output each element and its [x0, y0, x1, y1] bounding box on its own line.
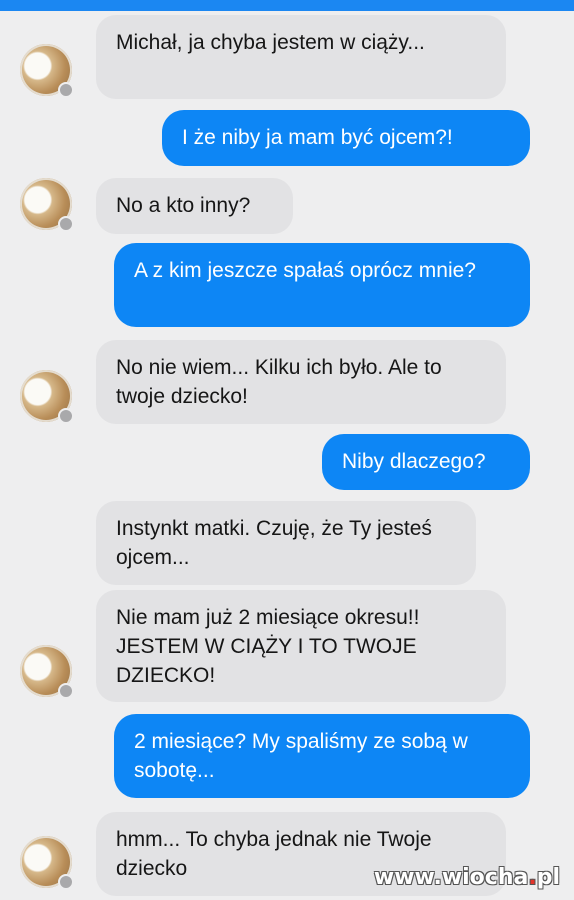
watermark-dot: . — [528, 865, 537, 890]
contact-avatar[interactable] — [20, 836, 74, 890]
message-incoming[interactable]: No a kto inny? — [96, 178, 293, 234]
message-text: No a kto inny? — [116, 194, 251, 217]
watermark-main: www.wiocha — [373, 865, 529, 890]
message-text: I że niby ja mam być ojcem?! — [182, 126, 453, 149]
messenger-badge-icon — [58, 408, 74, 424]
message-text: Instynkt matki. Czuję, że Ty jesteś ojce… — [116, 517, 432, 569]
watermark-tld: pl — [536, 865, 560, 890]
contact-avatar[interactable] — [20, 645, 74, 699]
top-accent-bar — [0, 0, 574, 11]
message-outgoing[interactable]: Niby dlaczego? — [322, 434, 530, 490]
messenger-badge-icon — [58, 216, 74, 232]
messenger-badge-icon — [58, 874, 74, 890]
message-incoming[interactable]: No nie wiem... Kilku ich było. Ale to tw… — [96, 340, 506, 424]
site-watermark: www.wiocha.pl — [374, 865, 560, 890]
message-outgoing[interactable]: I że niby ja mam być ojcem?! — [162, 110, 530, 166]
message-outgoing[interactable]: A z kim jeszcze spałaś oprócz mnie? — [114, 243, 530, 327]
message-text: 2 miesiące? My spaliśmy ze sobą w sobotę… — [134, 730, 468, 782]
messenger-badge-icon — [58, 82, 74, 98]
message-text: No nie wiem... Kilku ich było. Ale to tw… — [116, 356, 442, 408]
message-incoming[interactable]: Michał, ja chyba jestem w ciąży... — [96, 15, 506, 99]
messenger-badge-icon — [58, 683, 74, 699]
message-text: Niby dlaczego? — [342, 450, 486, 473]
message-text: Michał, ja chyba jestem w ciąży... — [116, 31, 425, 54]
message-text: Nie mam już 2 miesiące okresu!! JESTEM W… — [116, 606, 420, 687]
contact-avatar[interactable] — [20, 370, 74, 424]
contact-avatar[interactable] — [20, 44, 74, 98]
message-incoming[interactable]: Nie mam już 2 miesiące okresu!! JESTEM W… — [96, 590, 506, 702]
message-incoming[interactable]: Instynkt matki. Czuję, że Ty jesteś ojce… — [96, 501, 476, 585]
contact-avatar[interactable] — [20, 178, 74, 232]
message-outgoing[interactable]: 2 miesiące? My spaliśmy ze sobą w sobotę… — [114, 714, 530, 798]
message-text: A z kim jeszcze spałaś oprócz mnie? — [134, 259, 476, 282]
